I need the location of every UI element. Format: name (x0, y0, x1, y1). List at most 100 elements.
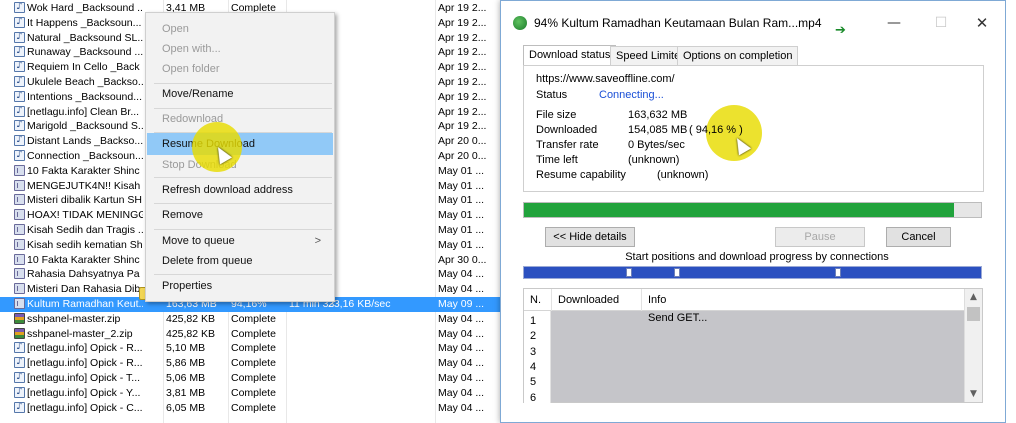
menu-item-remove[interactable]: Remove (147, 204, 333, 226)
pause-button[interactable]: Pause (775, 227, 865, 247)
file-size: 5,06 MB (166, 372, 206, 384)
file-size: 6,05 MB (166, 401, 206, 414)
menu-item-open[interactable]: Open (147, 18, 333, 40)
connection-marker (674, 268, 680, 277)
file-name: [netlagu.info] Opick - C... (27, 401, 143, 414)
video-file-icon (14, 268, 25, 280)
column-header-number[interactable]: N. (524, 289, 552, 311)
file-size: 425,82 KB (166, 327, 216, 340)
music-file-icon (14, 357, 25, 369)
minimize-button[interactable]: — (874, 11, 914, 37)
context-menu: Open Open with... Open folder Move/Renam… (145, 12, 335, 302)
archive-icon (14, 312, 25, 324)
file-name: HOAX! TIDAK MENINGG (27, 209, 143, 222)
cancel-button[interactable]: Cancel (886, 227, 951, 247)
file-name: Misteri Dan Rahasia Dib... (27, 283, 143, 296)
scroll-up-icon[interactable]: ▲ (965, 289, 982, 305)
music-file-icon (14, 61, 25, 73)
file-name: [netlagu.info] Opick - R... (27, 357, 143, 370)
last-try-date: Apr 19 2... (438, 90, 487, 103)
table-row[interactable]: [netlagu.info] Opick - R... 5,86 MB Comple… (0, 356, 500, 371)
resume-capability-label: Resume capability (536, 169, 626, 181)
status: Complete (231, 401, 276, 414)
table-row[interactable]: [netlagu.info] Opick - T... 5,06 MB Comple… (0, 371, 500, 386)
column-header-info[interactable]: Info (642, 289, 964, 311)
video-file-icon (14, 298, 25, 309)
status: Complete (231, 386, 276, 399)
menu-item-delete-from-queue[interactable]: Delete from queue (147, 250, 333, 272)
transfer-rate-value: 0 Bytes/sec (628, 139, 685, 151)
file-name: Requiem In Cello _Back (27, 61, 140, 74)
download-url: https://www.saveoffline.com/ (536, 73, 675, 85)
table-row[interactable]: sshpanel-master_2.zip 425,82 KB Complete Ma… (0, 327, 500, 342)
music-file-icon (14, 342, 25, 354)
status: Complete (231, 372, 276, 384)
scroll-thumb[interactable] (967, 307, 980, 321)
file-name: sshpanel-master_2.zip (27, 327, 133, 340)
transfer-rate-label: Transfer rate (536, 139, 599, 151)
connection-number: 4 (530, 360, 537, 373)
menu-item-open-with[interactable]: Open with... (147, 38, 333, 60)
video-file-icon (14, 164, 25, 176)
column-header-downloaded[interactable]: Downloaded (552, 289, 642, 311)
progress-fill (524, 203, 954, 217)
title-bar[interactable]: 94% Kultum Ramadhan Keutamaan Bulan Ram.… (501, 1, 1005, 46)
menu-item-refresh-address[interactable]: Refresh download address (147, 179, 333, 201)
menu-item-redownload[interactable]: Redownload (147, 108, 333, 130)
app-icon (513, 16, 527, 30)
music-file-icon (14, 46, 25, 58)
connection-number: 2 (530, 330, 537, 343)
connection-marker (626, 268, 632, 277)
video-file-icon (14, 224, 25, 235)
last-try-date: Apr 19 2... (438, 76, 487, 88)
file-name: Distant Lands _Backso... (27, 135, 143, 148)
table-row[interactable]: [netlagu.info] Opick - R... 5,10 MB Comple… (0, 341, 500, 356)
connection-number: 1 (530, 315, 537, 327)
music-file-icon (14, 2, 25, 13)
file-name: Wok Hard _Backsound ... (27, 2, 143, 14)
last-try-date: May 01 ... (438, 238, 485, 251)
file-size: 3,81 MB (166, 386, 206, 399)
table-row[interactable]: [netlagu.info] Opick - C... 6,05 MB Comple… (0, 401, 500, 416)
file-name: Kultum Ramadhan Keut... (27, 298, 143, 310)
menu-item-move-rename[interactable]: Move/Rename (147, 83, 333, 105)
file-name: Runaway _Backsound ... (27, 46, 143, 59)
connection-number: 3 (530, 345, 537, 358)
file-size: 5,86 MB (166, 357, 206, 370)
tab-download-status[interactable]: Download status (523, 45, 617, 66)
transfer-rate: 23,16 KB/sec (328, 298, 391, 310)
file-name: [netlagu.info] Clean Br... (27, 105, 140, 118)
table-row[interactable]: sshpanel-master.zip 425,82 KB Complete May … (0, 312, 500, 327)
connection-number: 5 (530, 376, 537, 389)
last-try-date: Apr 19 2... (438, 2, 487, 14)
time-left-label: Time left (536, 154, 578, 166)
file-name: Kisah sedih kematian Sh (27, 238, 143, 251)
status-label: Status (536, 89, 568, 101)
music-file-icon (14, 135, 25, 147)
last-try-date: Apr 19 2... (438, 46, 487, 59)
scroll-down-icon[interactable]: ▼ (965, 386, 982, 402)
last-try-date: Apr 20 0... (438, 150, 487, 162)
last-try-date: May 04 ... (438, 283, 485, 296)
status: Complete (231, 312, 276, 325)
music-file-icon (14, 105, 25, 117)
last-try-date: May 04 ... (438, 342, 485, 355)
tab-options-on-completion[interactable]: Options on completion (677, 46, 799, 66)
last-try-date: May 04 ... (438, 401, 485, 414)
file-name: 10 Fakta Karakter Shinc (27, 253, 140, 266)
last-try-date: May 01 ... (438, 164, 485, 177)
video-file-icon (14, 194, 25, 206)
file-size: 5,10 MB (166, 342, 206, 355)
connection-marker (835, 268, 841, 277)
menu-item-move-to-queue[interactable]: Move to queue > (147, 230, 333, 252)
hide-details-button[interactable]: << Hide details (545, 227, 635, 247)
vertical-scrollbar[interactable]: ▲ ▼ (964, 289, 982, 402)
menu-item-open-folder[interactable]: Open folder (147, 58, 333, 80)
maximize-button[interactable]: ☐ (921, 11, 961, 37)
submenu-arrow-icon: > (314, 235, 321, 247)
menu-item-properties[interactable]: Properties (147, 275, 333, 297)
menu-item-stop-download[interactable]: Stop Download (147, 154, 333, 176)
close-button[interactable]: ✕ (962, 11, 1002, 37)
last-try-date: Apr 19 2... (438, 16, 487, 29)
table-row[interactable]: [netlagu.info] Opick - Y... 3,81 MB Comple… (0, 386, 500, 401)
